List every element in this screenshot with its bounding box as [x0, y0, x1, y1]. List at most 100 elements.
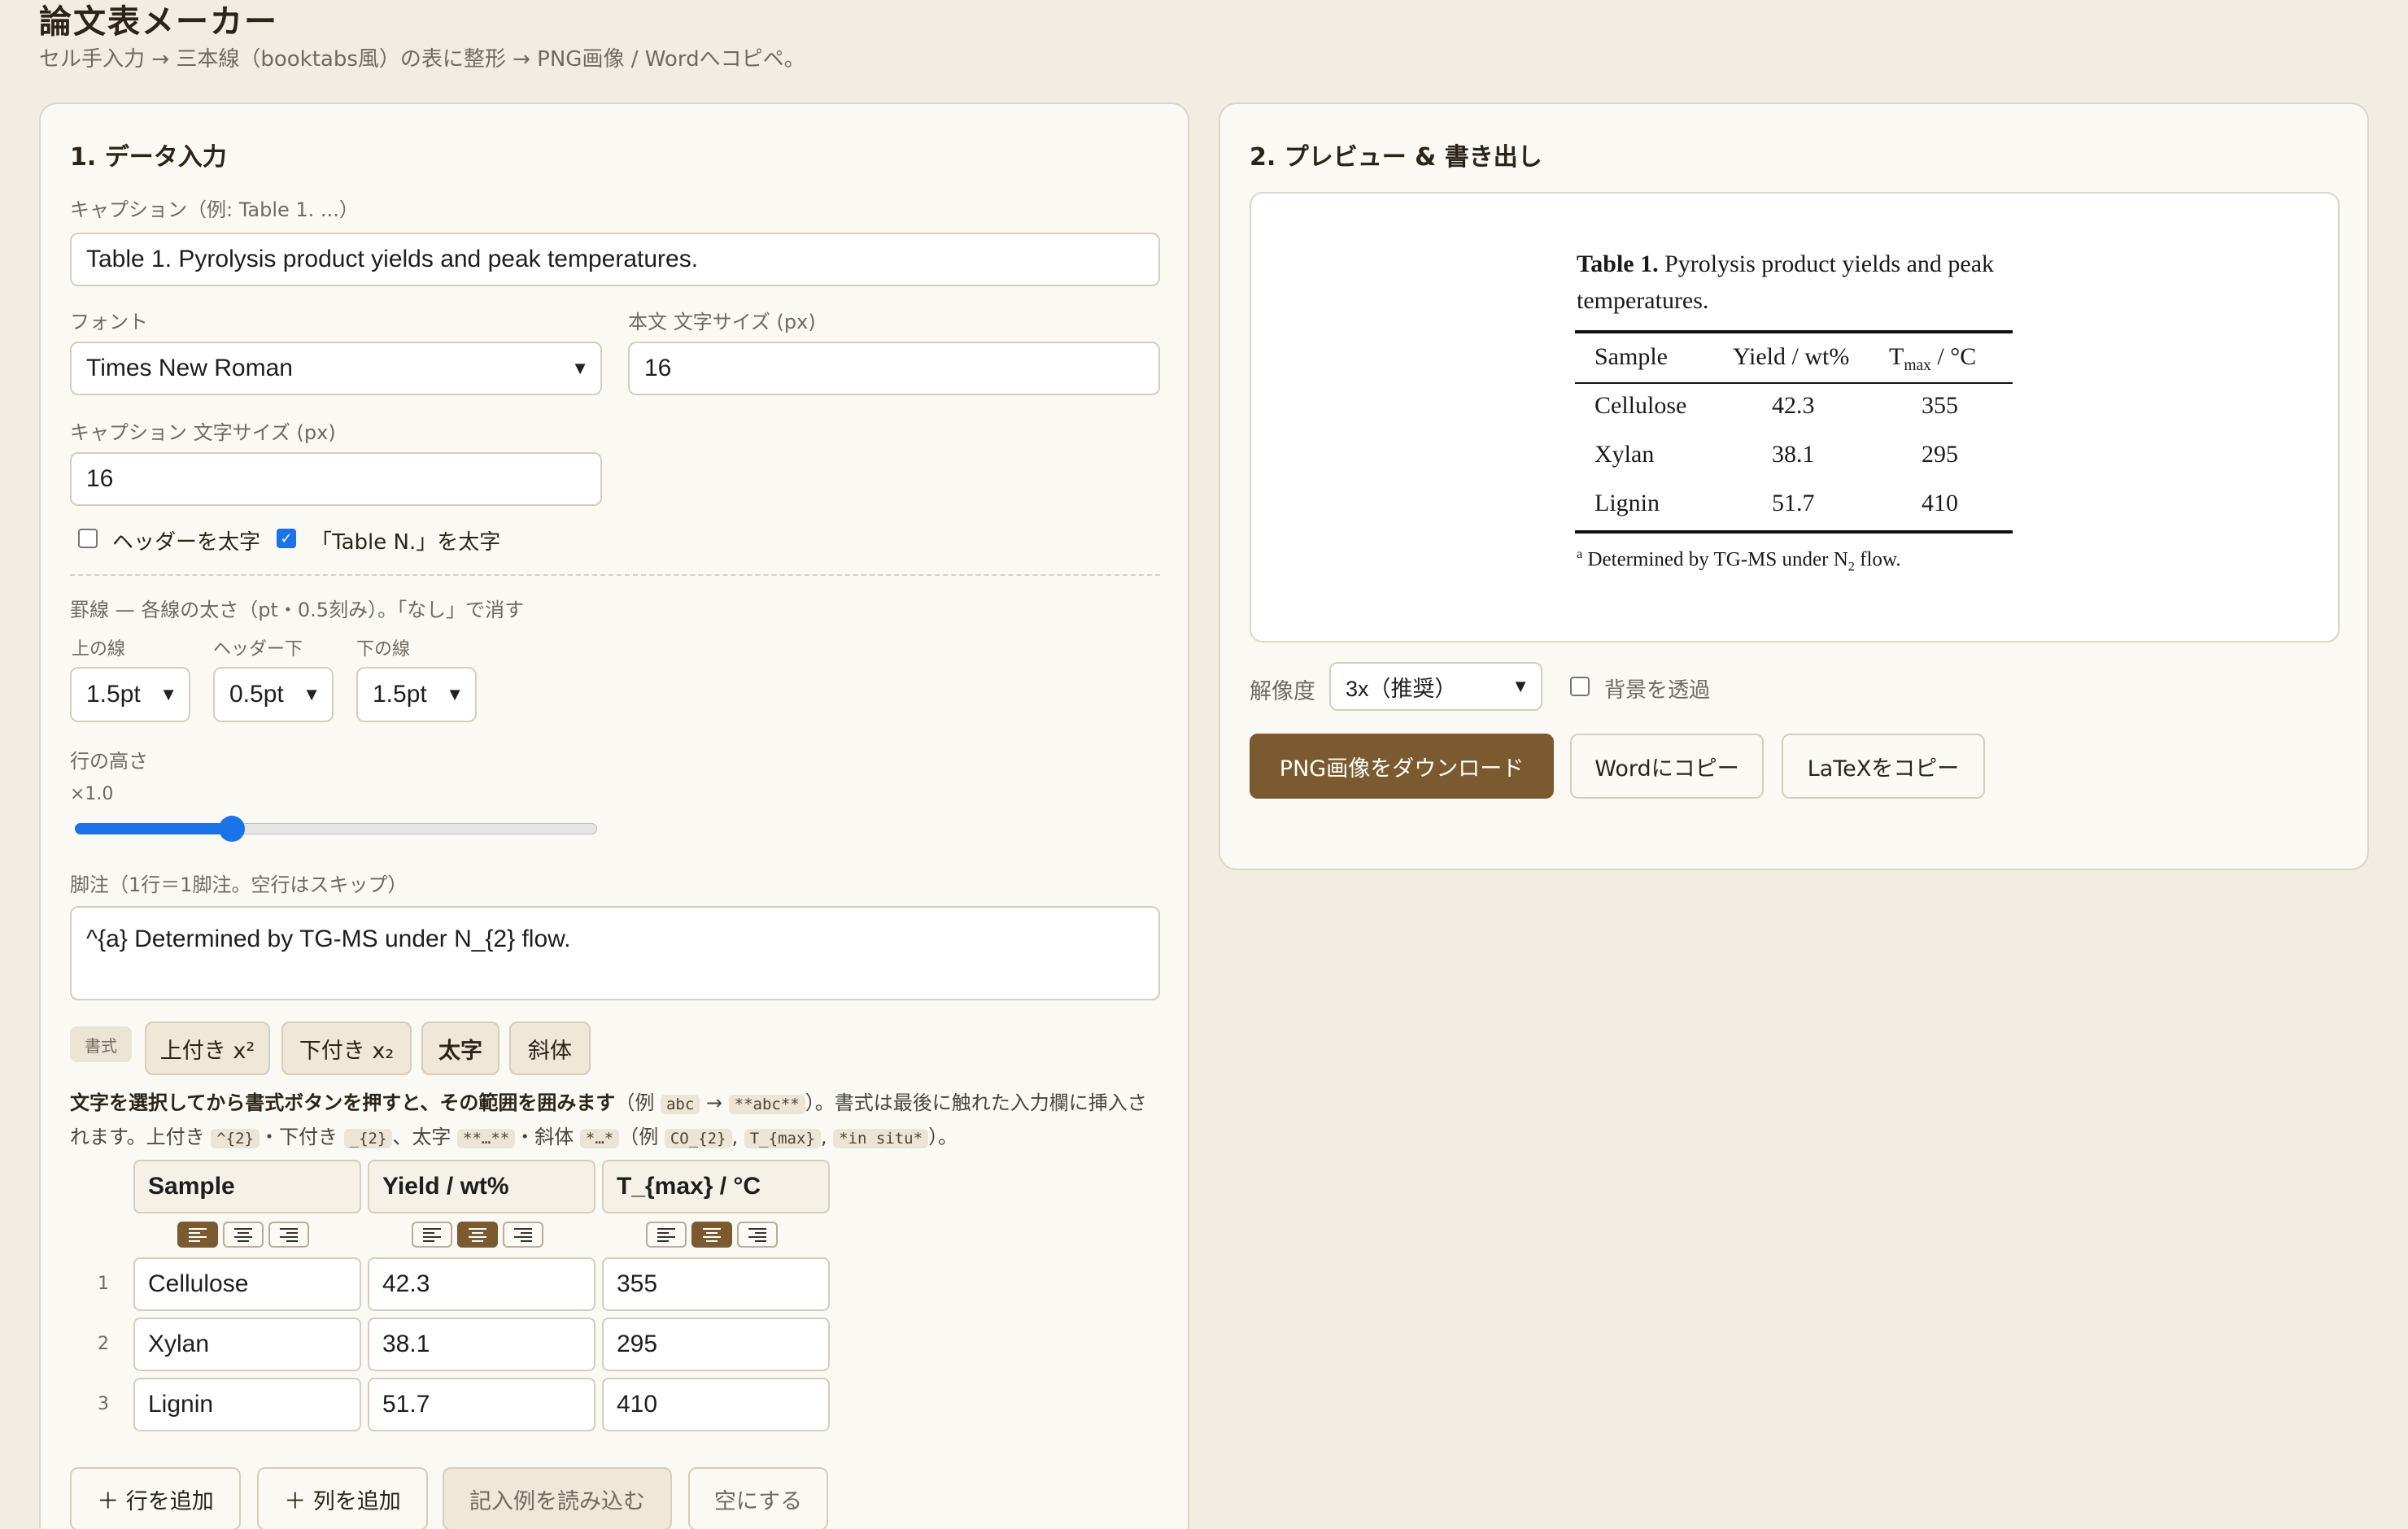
- align-right-button[interactable]: [503, 1222, 543, 1248]
- top-rule-value: 1.5pt: [86, 681, 141, 708]
- bottom-rule-select[interactable]: 1.5pt ▼: [356, 667, 477, 722]
- add-row-button[interactable]: ＋ 行を追加: [70, 1467, 241, 1529]
- preview-header-yield: Yield / wt%: [1733, 343, 1850, 370]
- table-cell[interactable]: Cellulose: [133, 1257, 361, 1311]
- bold-table-n-label: 「Table N.」を太字: [311, 530, 501, 555]
- bottom-rule-label: 下の線: [356, 639, 411, 660]
- preview-cell: 38.1: [1772, 441, 1815, 468]
- bold-header-checkbox[interactable]: [78, 529, 98, 548]
- bold-button[interactable]: 太字: [421, 1022, 499, 1075]
- mid-rule-select[interactable]: 0.5pt ▼: [213, 667, 334, 722]
- table-cell[interactable]: 410: [602, 1378, 830, 1431]
- top-rule-select[interactable]: 1.5pt ▼: [70, 667, 190, 722]
- panel-title: 2. プレビュー & 書き出し: [1250, 143, 1542, 172]
- caption-size-label: キャプション 文字サイズ (px): [70, 421, 336, 444]
- table-cell[interactable]: 355: [602, 1257, 830, 1311]
- resolution-select[interactable]: 3x（推奨） ▼: [1329, 662, 1542, 711]
- check-icon: ✓: [280, 529, 293, 547]
- align-center-button[interactable]: [457, 1222, 498, 1248]
- bottom-rule: [1575, 530, 2013, 534]
- chevron-down-icon: ▼: [159, 684, 177, 704]
- header-cell-tmax[interactable]: T_{max} / °C: [602, 1160, 830, 1213]
- app-title: 論文表メーカー: [39, 3, 278, 41]
- body-size-input[interactable]: 16: [628, 342, 1160, 395]
- preview-cell: 410: [1922, 490, 1958, 516]
- preview-cell: 51.7: [1772, 490, 1815, 516]
- body-size-label: 本文 文字サイズ (px): [628, 311, 816, 333]
- footnote-textarea[interactable]: ^{a} Determined by TG-MS under N_{2} flo…: [70, 906, 1160, 1000]
- format-help-text: 文字を選択してから書式ボタンを押すと、その範囲を囲みます（例 abc → **a…: [70, 1091, 1147, 1148]
- italic-button[interactable]: 斜体: [509, 1022, 591, 1075]
- copy-latex-button[interactable]: LaTeXをコピー: [1782, 734, 1985, 799]
- row-number: 2: [98, 1334, 109, 1354]
- align-center-button[interactable]: [223, 1222, 264, 1248]
- header-cell-sample[interactable]: Sample: [133, 1160, 361, 1213]
- preview-cell: 42.3: [1772, 392, 1815, 419]
- row-number: 1: [98, 1274, 109, 1294]
- preview-header-tmax: Tmax / °C: [1889, 343, 1977, 374]
- table-cell[interactable]: 38.1: [368, 1318, 595, 1371]
- app-subtitle: セル手入力 → 三本線（booktabs風）の表に整形 → PNG画像 / Wo…: [39, 47, 805, 72]
- clear-button[interactable]: 空にする: [688, 1467, 828, 1529]
- align-right-icon: [514, 1228, 532, 1242]
- preview-caption: Table 1. Pyrolysis product yields and pe…: [1577, 250, 1995, 314]
- resolution-label: 解像度: [1250, 679, 1315, 704]
- caption-label: キャプション（例: Table 1. ...）: [70, 198, 359, 221]
- row-number: 3: [98, 1394, 109, 1414]
- align-center-icon: [703, 1228, 721, 1242]
- preview-cell: 295: [1922, 441, 1958, 468]
- download-png-button[interactable]: PNG画像をダウンロード: [1250, 734, 1554, 799]
- row-height-slider-thumb[interactable]: [218, 816, 245, 842]
- align-left-button[interactable]: [177, 1222, 218, 1248]
- preview-header-sample: Sample: [1594, 343, 1668, 370]
- align-left-button[interactable]: [412, 1222, 452, 1248]
- resolution-value: 3x（推奨）: [1346, 676, 1457, 701]
- align-center-icon: [469, 1228, 486, 1242]
- footnote-label: 脚注（1行＝1脚注。空行はスキップ）: [70, 873, 408, 896]
- bold-header-label: ヘッダーを太字: [112, 530, 261, 555]
- preview-cell: 355: [1922, 392, 1958, 419]
- font-select-value: Times New Roman: [86, 355, 293, 381]
- add-column-button[interactable]: ＋ 列を追加: [257, 1467, 428, 1529]
- row-height-label: 行の高さ: [70, 750, 148, 773]
- align-right-button[interactable]: [268, 1222, 309, 1248]
- align-right-button[interactable]: [737, 1222, 778, 1248]
- table-cell[interactable]: Xylan: [133, 1318, 361, 1371]
- header-cell-yield[interactable]: Yield / wt%: [368, 1160, 595, 1213]
- align-left-button[interactable]: [646, 1222, 687, 1248]
- mid-rule: [1575, 382, 2013, 384]
- panel-title: 1. データ入力: [70, 143, 227, 172]
- font-select[interactable]: Times New Roman ▼: [70, 342, 602, 395]
- superscript-button[interactable]: 上付き x²: [145, 1022, 270, 1075]
- caption-input[interactable]: Table 1. Pyrolysis product yields and pe…: [70, 233, 1160, 286]
- row-height-value: ×1.0: [70, 784, 114, 804]
- preview-footnote: a Determined by TG-MS under N2 flow.: [1577, 547, 1901, 574]
- bold-table-n-checkbox[interactable]: ✓: [277, 529, 296, 548]
- table-cell[interactable]: 51.7: [368, 1378, 595, 1431]
- preview-export-panel: 2. プレビュー & 書き出し Table 1. Pyrolysis produ…: [1219, 102, 2369, 870]
- data-input-panel: 1. データ入力 キャプション（例: Table 1. ...） Table 1…: [39, 102, 1189, 1529]
- copy-word-button[interactable]: Wordにコピー: [1570, 734, 1764, 799]
- bottom-rule-value: 1.5pt: [373, 681, 427, 708]
- mid-rule-label: ヘッダー下: [213, 639, 303, 660]
- preview-cell: Lignin: [1594, 490, 1660, 516]
- align-left-icon: [657, 1228, 675, 1242]
- load-example-button[interactable]: 記入例を読み込む: [443, 1467, 672, 1529]
- table-cell[interactable]: Lignin: [133, 1378, 361, 1431]
- format-tag: 書式: [70, 1026, 132, 1062]
- caption-size-input[interactable]: 16: [70, 452, 602, 506]
- preview-cell: Xylan: [1594, 441, 1655, 468]
- chevron-down-icon: ▼: [571, 358, 589, 378]
- transparent-bg-checkbox[interactable]: [1570, 677, 1590, 696]
- table-cell[interactable]: 42.3: [368, 1257, 595, 1311]
- chevron-down-icon: ▼: [446, 684, 464, 704]
- transparent-bg-label: 背景を透過: [1604, 678, 1711, 703]
- preview-cell: Cellulose: [1594, 392, 1687, 419]
- table-cell[interactable]: 295: [602, 1318, 830, 1371]
- chevron-down-icon: ▼: [303, 684, 321, 704]
- chevron-down-icon: ▼: [1512, 676, 1529, 696]
- section-divider: [70, 574, 1160, 576]
- align-center-button[interactable]: [691, 1222, 732, 1248]
- align-right-icon: [280, 1228, 298, 1242]
- subscript-button[interactable]: 下付き x₂: [281, 1022, 412, 1075]
